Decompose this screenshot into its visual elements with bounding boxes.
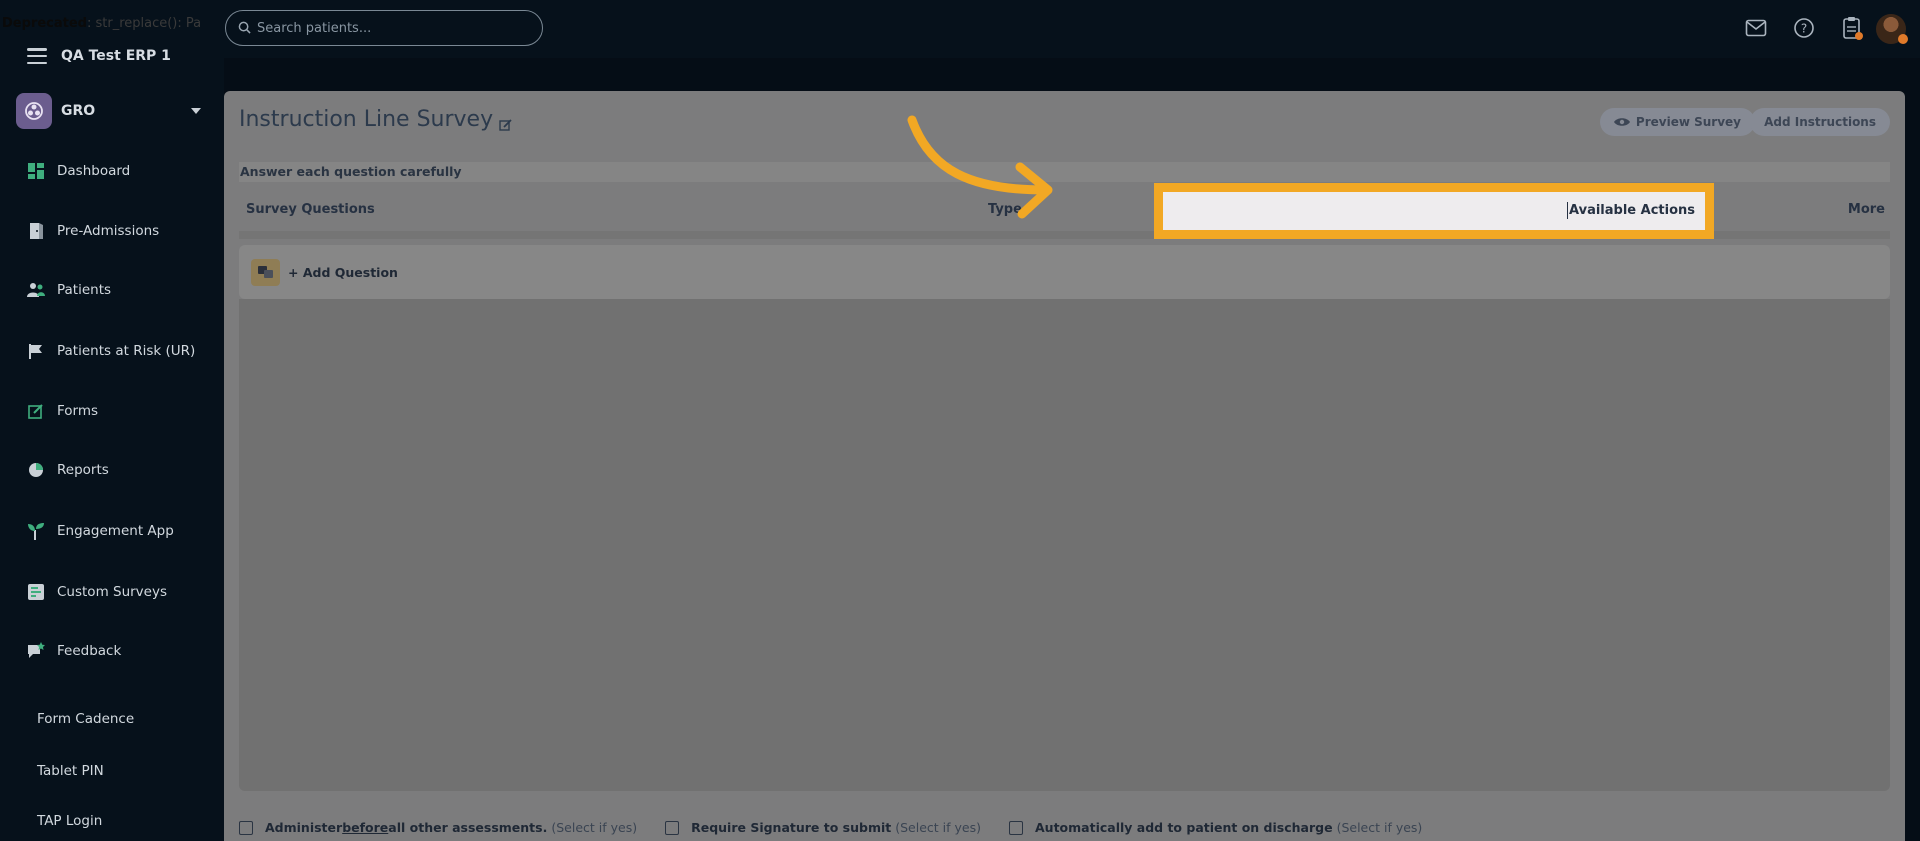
- highlighted-column-header: Available Actions: [1154, 183, 1714, 239]
- brand-name: GRO: [61, 103, 96, 119]
- sidebar-item-feedback[interactable]: Feedback: [27, 642, 121, 660]
- feedback-icon: [27, 642, 45, 660]
- column-header-more: More: [1847, 202, 1885, 217]
- search-input[interactable]: [257, 20, 517, 36]
- sidebar-item-label: Custom Surveys: [57, 584, 168, 600]
- pie-chart-icon: [27, 461, 45, 479]
- edit-icon[interactable]: [499, 113, 513, 131]
- eye-icon: [1613, 118, 1630, 126]
- top-bar: ?: [0, 0, 1920, 58]
- sidebar-item-label: Pre-Admissions: [57, 223, 160, 239]
- clipboard-icon[interactable]: [1840, 16, 1864, 40]
- preview-survey-button[interactable]: Preview Survey: [1599, 108, 1755, 136]
- sidebar-item-label: Patients at Risk (UR): [57, 343, 196, 359]
- org-name: QA Test ERP 1: [61, 48, 171, 64]
- option-administer-before: Administer before all other assessments.…: [239, 820, 637, 835]
- search-icon: [238, 19, 251, 38]
- add-instructions-button[interactable]: Add Instructions: [1750, 108, 1890, 136]
- administer-before-checkbox[interactable]: [239, 820, 253, 835]
- menu-icon[interactable]: [27, 48, 47, 64]
- require-signature-checkbox[interactable]: [665, 820, 680, 835]
- chevron-down-icon: [191, 108, 201, 114]
- sidebar-item-label: Engagement App: [57, 523, 174, 539]
- search-box[interactable]: [225, 10, 543, 46]
- add-question-icon: [251, 258, 280, 286]
- sidebar-item-reports[interactable]: Reports: [27, 461, 109, 479]
- mail-icon[interactable]: [1744, 16, 1768, 40]
- sidebar-item-tablet-pin[interactable]: Tablet PIN: [37, 763, 104, 779]
- sidebar-item-forms[interactable]: Forms: [27, 402, 98, 420]
- text-cursor: [1566, 202, 1568, 219]
- sidebar-item-label: Reports: [57, 462, 109, 478]
- svg-text:?: ?: [1801, 22, 1807, 36]
- edit-form-icon: [27, 402, 45, 420]
- deprecation-notice: Deprecated: str_replace(): Pa: [2, 16, 202, 31]
- help-icon[interactable]: ?: [1792, 16, 1816, 40]
- sidebar-item-pre-admissions[interactable]: Pre-Admissions: [27, 222, 159, 240]
- column-header-survey-questions: Survey Questions: [246, 202, 375, 217]
- sidebar-item-form-cadence[interactable]: Form Cadence: [37, 711, 134, 727]
- sidebar-item-dashboard[interactable]: Dashboard: [27, 162, 130, 180]
- add-on-discharge-checkbox[interactable]: [1009, 820, 1023, 835]
- sidebar-item-label: Dashboard: [57, 163, 131, 179]
- sidebar-item-engagement-app[interactable]: Engagement App: [27, 522, 174, 540]
- brand-logo-icon: [16, 93, 52, 129]
- survey-title: Instruction Line Survey: [239, 107, 494, 132]
- sidebar-item-custom-surveys[interactable]: Custom Surveys: [27, 583, 167, 601]
- survey-options: Administer before all other assessments.…: [239, 820, 1422, 835]
- status-dot: [1898, 34, 1908, 44]
- sprout-icon: [27, 522, 45, 540]
- sidebar-item-patients[interactable]: Patients: [27, 281, 111, 299]
- sidebar-item-label: Feedback: [57, 643, 122, 659]
- column-header-available-actions: Available Actions: [1566, 202, 1695, 219]
- sidebar-item-label: Forms: [57, 403, 99, 419]
- org-header: QA Test ERP 1: [27, 48, 171, 64]
- add-question-row[interactable]: + Add Question: [239, 245, 1890, 299]
- door-icon: [27, 222, 45, 240]
- dashboard-icon: [27, 162, 45, 180]
- option-add-on-discharge: Automatically add to patient on discharg…: [1009, 820, 1422, 835]
- survey-icon: [27, 583, 45, 601]
- brand-selector[interactable]: GRO: [16, 93, 224, 129]
- users-icon: [27, 281, 45, 299]
- sidebar-item-patients-at-risk[interactable]: Patients at Risk (UR): [27, 342, 195, 360]
- sidebar-item-label: Patients: [57, 282, 112, 298]
- questions-list-area: [239, 299, 1890, 791]
- option-require-signature: Require Signature to submit (Select if y…: [665, 820, 981, 835]
- sidebar-item-tap-login[interactable]: TAP Login: [37, 813, 102, 829]
- tutorial-arrow-icon: [907, 115, 1053, 219]
- page-title: Instruction Line Survey: [239, 107, 513, 132]
- add-question-button[interactable]: + Add Question: [288, 265, 398, 280]
- flag-icon: [27, 342, 45, 360]
